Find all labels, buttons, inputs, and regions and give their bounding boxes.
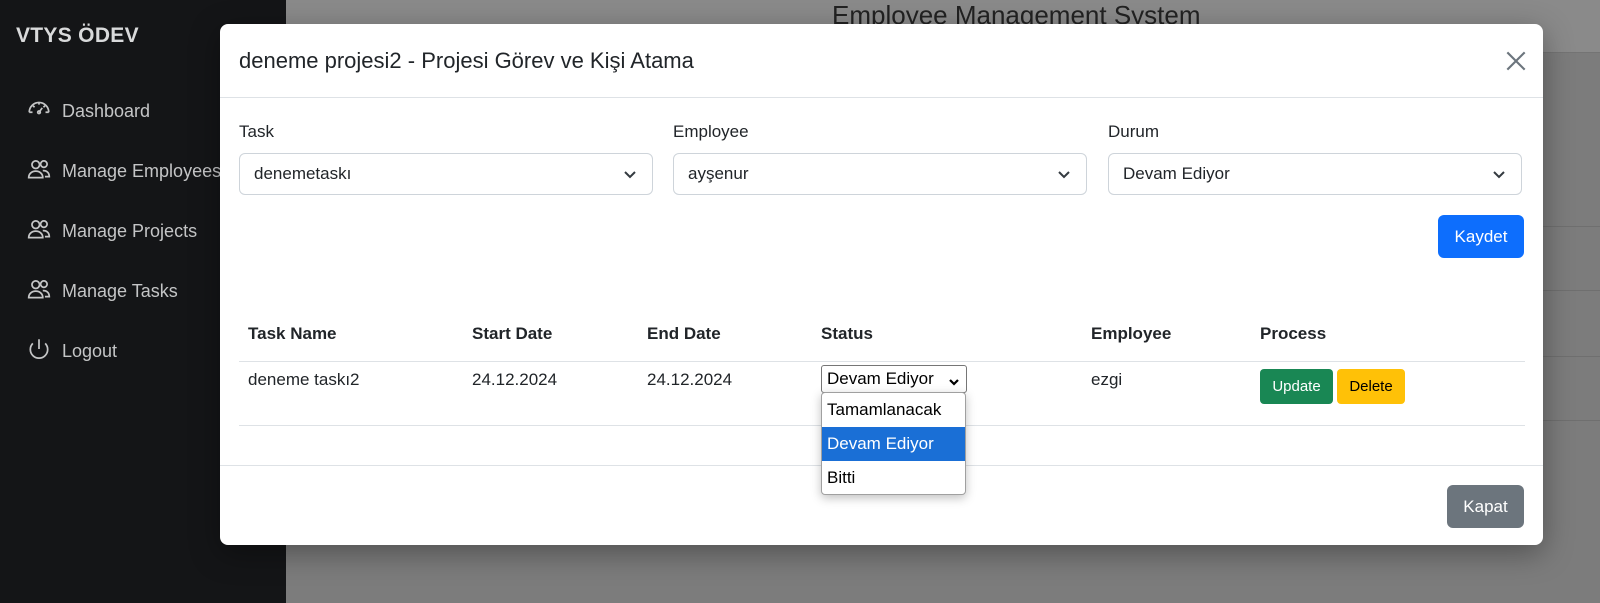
employee-select[interactable]: ayşenur <box>673 153 1087 195</box>
sidebar-item-label: Logout <box>62 340 118 361</box>
row-status-select[interactable]: Devam Ediyor <box>821 365 967 393</box>
modal-header: deneme projesi2 - Projesi Görev ve Kişi … <box>220 24 1543 98</box>
status-select-value: Devam Ediyor <box>1123 164 1230 183</box>
chevron-down-icon <box>948 373 960 386</box>
task-select-value: denemetaskı <box>254 164 352 183</box>
chevron-down-icon <box>622 166 638 182</box>
cell-end-date: 24.12.2024 <box>647 370 733 389</box>
sidebar-item-logout[interactable]: Logout <box>26 336 117 366</box>
brand-title: VTYS ÖDEV <box>16 24 139 47</box>
cell-task-name: deneme taskı2 <box>248 370 360 389</box>
employee-select-value: ayşenur <box>688 164 749 183</box>
sidebar-item-dashboard[interactable]: Dashboard <box>26 96 150 126</box>
chevron-down-icon <box>1491 166 1507 182</box>
employee-label: Employee <box>673 122 749 141</box>
task-select[interactable]: denemetaskı <box>239 153 653 195</box>
sidebar-item-manage-employees[interactable]: Manage Employees <box>26 156 221 186</box>
users-icon <box>26 216 62 247</box>
chevron-down-icon <box>1056 166 1072 182</box>
status-option-devam-ediyor[interactable]: Devam Ediyor <box>822 427 965 461</box>
sidebar-item-manage-projects[interactable]: Manage Projects <box>26 216 197 246</box>
modal-title: deneme projesi2 - Projesi Görev ve Kişi … <box>239 48 694 73</box>
row-status-value: Devam Ediyor <box>827 369 934 388</box>
delete-button[interactable]: Delete <box>1337 369 1405 404</box>
column-header-task-name: Task Name <box>248 324 337 343</box>
close-icon <box>1503 51 1529 78</box>
task-label: Task <box>239 122 274 141</box>
users-icon <box>26 276 62 307</box>
sidebar-item-label: Manage Projects <box>62 220 198 241</box>
status-dropdown-list: Tamamlanacak Devam Ediyor Bitti <box>821 392 966 495</box>
status-option-bitti[interactable]: Bitti <box>822 461 965 494</box>
column-header-start-date: Start Date <box>472 324 553 343</box>
column-header-end-date: End Date <box>647 324 721 343</box>
assignment-modal: deneme projesi2 - Projesi Görev ve Kişi … <box>220 24 1543 545</box>
sidebar-item-label: Manage Tasks <box>62 280 178 301</box>
column-header-process: Process <box>1260 324 1327 343</box>
status-label: Durum <box>1108 122 1160 141</box>
update-button[interactable]: Update <box>1260 369 1333 404</box>
cell-start-date: 24.12.2024 <box>472 370 558 389</box>
sidebar-item-label: Dashboard <box>62 100 151 121</box>
table-header-divider <box>239 361 1525 362</box>
dashboard-icon <box>26 96 62 127</box>
column-header-employee: Employee <box>1091 324 1172 343</box>
close-button[interactable] <box>1503 48 1529 74</box>
users-icon <box>26 156 62 187</box>
column-header-status: Status <box>821 324 873 343</box>
cell-employee: ezgi <box>1091 370 1123 389</box>
power-icon <box>26 336 62 367</box>
status-option-tamamlanacak[interactable]: Tamamlanacak <box>822 393 965 427</box>
save-button[interactable]: Kaydet <box>1438 215 1524 258</box>
sidebar-item-label: Manage Employees <box>62 160 222 181</box>
close-modal-button[interactable]: Kapat <box>1447 485 1524 528</box>
status-select[interactable]: Devam Ediyor <box>1108 153 1522 195</box>
sidebar-item-manage-tasks[interactable]: Manage Tasks <box>26 276 178 306</box>
